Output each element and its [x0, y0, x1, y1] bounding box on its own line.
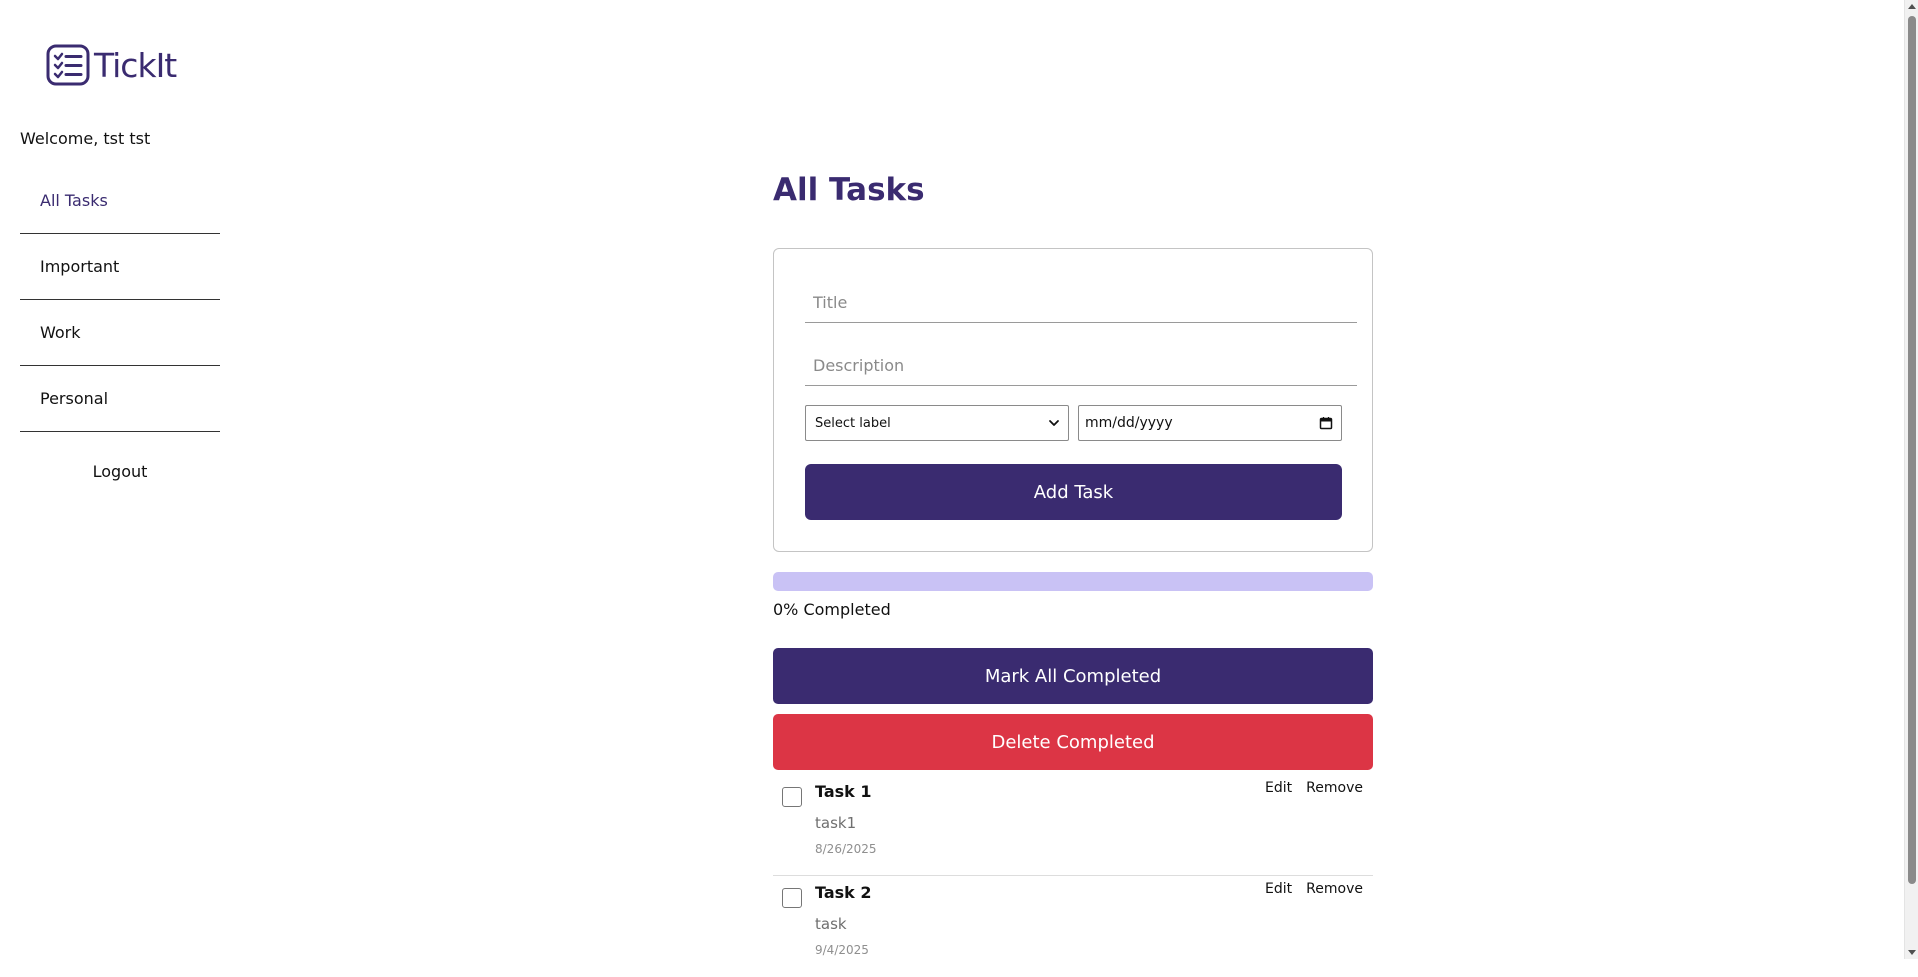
logo-text: TickIt: [94, 45, 177, 85]
label-select-value: Select label: [815, 415, 891, 431]
scroll-thumb[interactable]: [1908, 16, 1916, 884]
due-date-placeholder: mm/dd/yyyy: [1085, 415, 1173, 431]
delete-completed-button[interactable]: Delete Completed: [773, 714, 1373, 770]
sidebar-item-all-tasks[interactable]: All Tasks: [20, 168, 220, 234]
title-input[interactable]: [805, 279, 1357, 323]
remove-button[interactable]: Remove: [1306, 881, 1363, 897]
task-checkbox[interactable]: [782, 888, 802, 908]
scroll-up-arrow-icon[interactable]: [1908, 4, 1916, 9]
mark-all-completed-button[interactable]: Mark All Completed: [773, 648, 1373, 704]
sidebar-nav: All Tasks Important Work Personal: [20, 168, 220, 432]
sidebar-item-label: Important: [40, 257, 120, 276]
page-title: All Tasks: [773, 172, 925, 208]
description-input[interactable]: [805, 342, 1357, 386]
add-task-form: Select label mm/dd/yyyy Add Task: [773, 248, 1373, 552]
label-select[interactable]: Select label: [805, 405, 1069, 441]
task-description: task: [815, 915, 847, 933]
remove-button[interactable]: Remove: [1306, 780, 1363, 796]
calendar-icon[interactable]: [1319, 416, 1333, 430]
task-date: 9/4/2025: [815, 943, 869, 957]
task-date: 8/26/2025: [815, 842, 877, 856]
sidebar-item-personal[interactable]: Personal: [20, 366, 220, 432]
task-item: Task 1 task1 8/26/2025 Edit Remove: [773, 775, 1373, 876]
task-actions: Edit Remove: [1265, 780, 1363, 796]
add-task-button[interactable]: Add Task: [805, 464, 1342, 520]
main-content: All Tasks Select label mm/dd/yyyy Add Ta…: [773, 0, 1373, 959]
edit-button[interactable]: Edit: [1265, 881, 1292, 897]
progress-bar: [773, 572, 1373, 591]
vertical-scrollbar[interactable]: [1904, 0, 1918, 959]
task-title: Task 2: [815, 883, 872, 902]
edit-button[interactable]: Edit: [1265, 780, 1292, 796]
sidebar: TickIt Welcome, tst tst All Tasks Import…: [0, 0, 240, 959]
progress-label: 0% Completed: [773, 600, 891, 619]
task-checkbox[interactable]: [782, 787, 802, 807]
sidebar-item-label: Personal: [40, 389, 109, 408]
checklist-icon: [46, 44, 90, 86]
task-list: Task 1 task1 8/26/2025 Edit Remove Task …: [773, 775, 1373, 977]
task-title: Task 1: [815, 782, 872, 801]
logo[interactable]: TickIt: [46, 44, 177, 86]
welcome-message: Welcome, tst tst: [20, 129, 151, 148]
chevron-down-icon: [1049, 420, 1059, 426]
scroll-down-arrow-icon[interactable]: [1908, 950, 1916, 955]
sidebar-item-work[interactable]: Work: [20, 300, 220, 366]
sidebar-item-important[interactable]: Important: [20, 234, 220, 300]
task-item: Task 2 task 9/4/2025 Edit Remove: [773, 876, 1373, 977]
sidebar-item-label: All Tasks: [40, 191, 108, 210]
logout-button[interactable]: Logout: [20, 462, 220, 481]
task-actions: Edit Remove: [1265, 881, 1363, 897]
task-description: task1: [815, 814, 857, 832]
due-date-input[interactable]: mm/dd/yyyy: [1078, 405, 1342, 441]
sidebar-item-label: Work: [40, 323, 81, 342]
